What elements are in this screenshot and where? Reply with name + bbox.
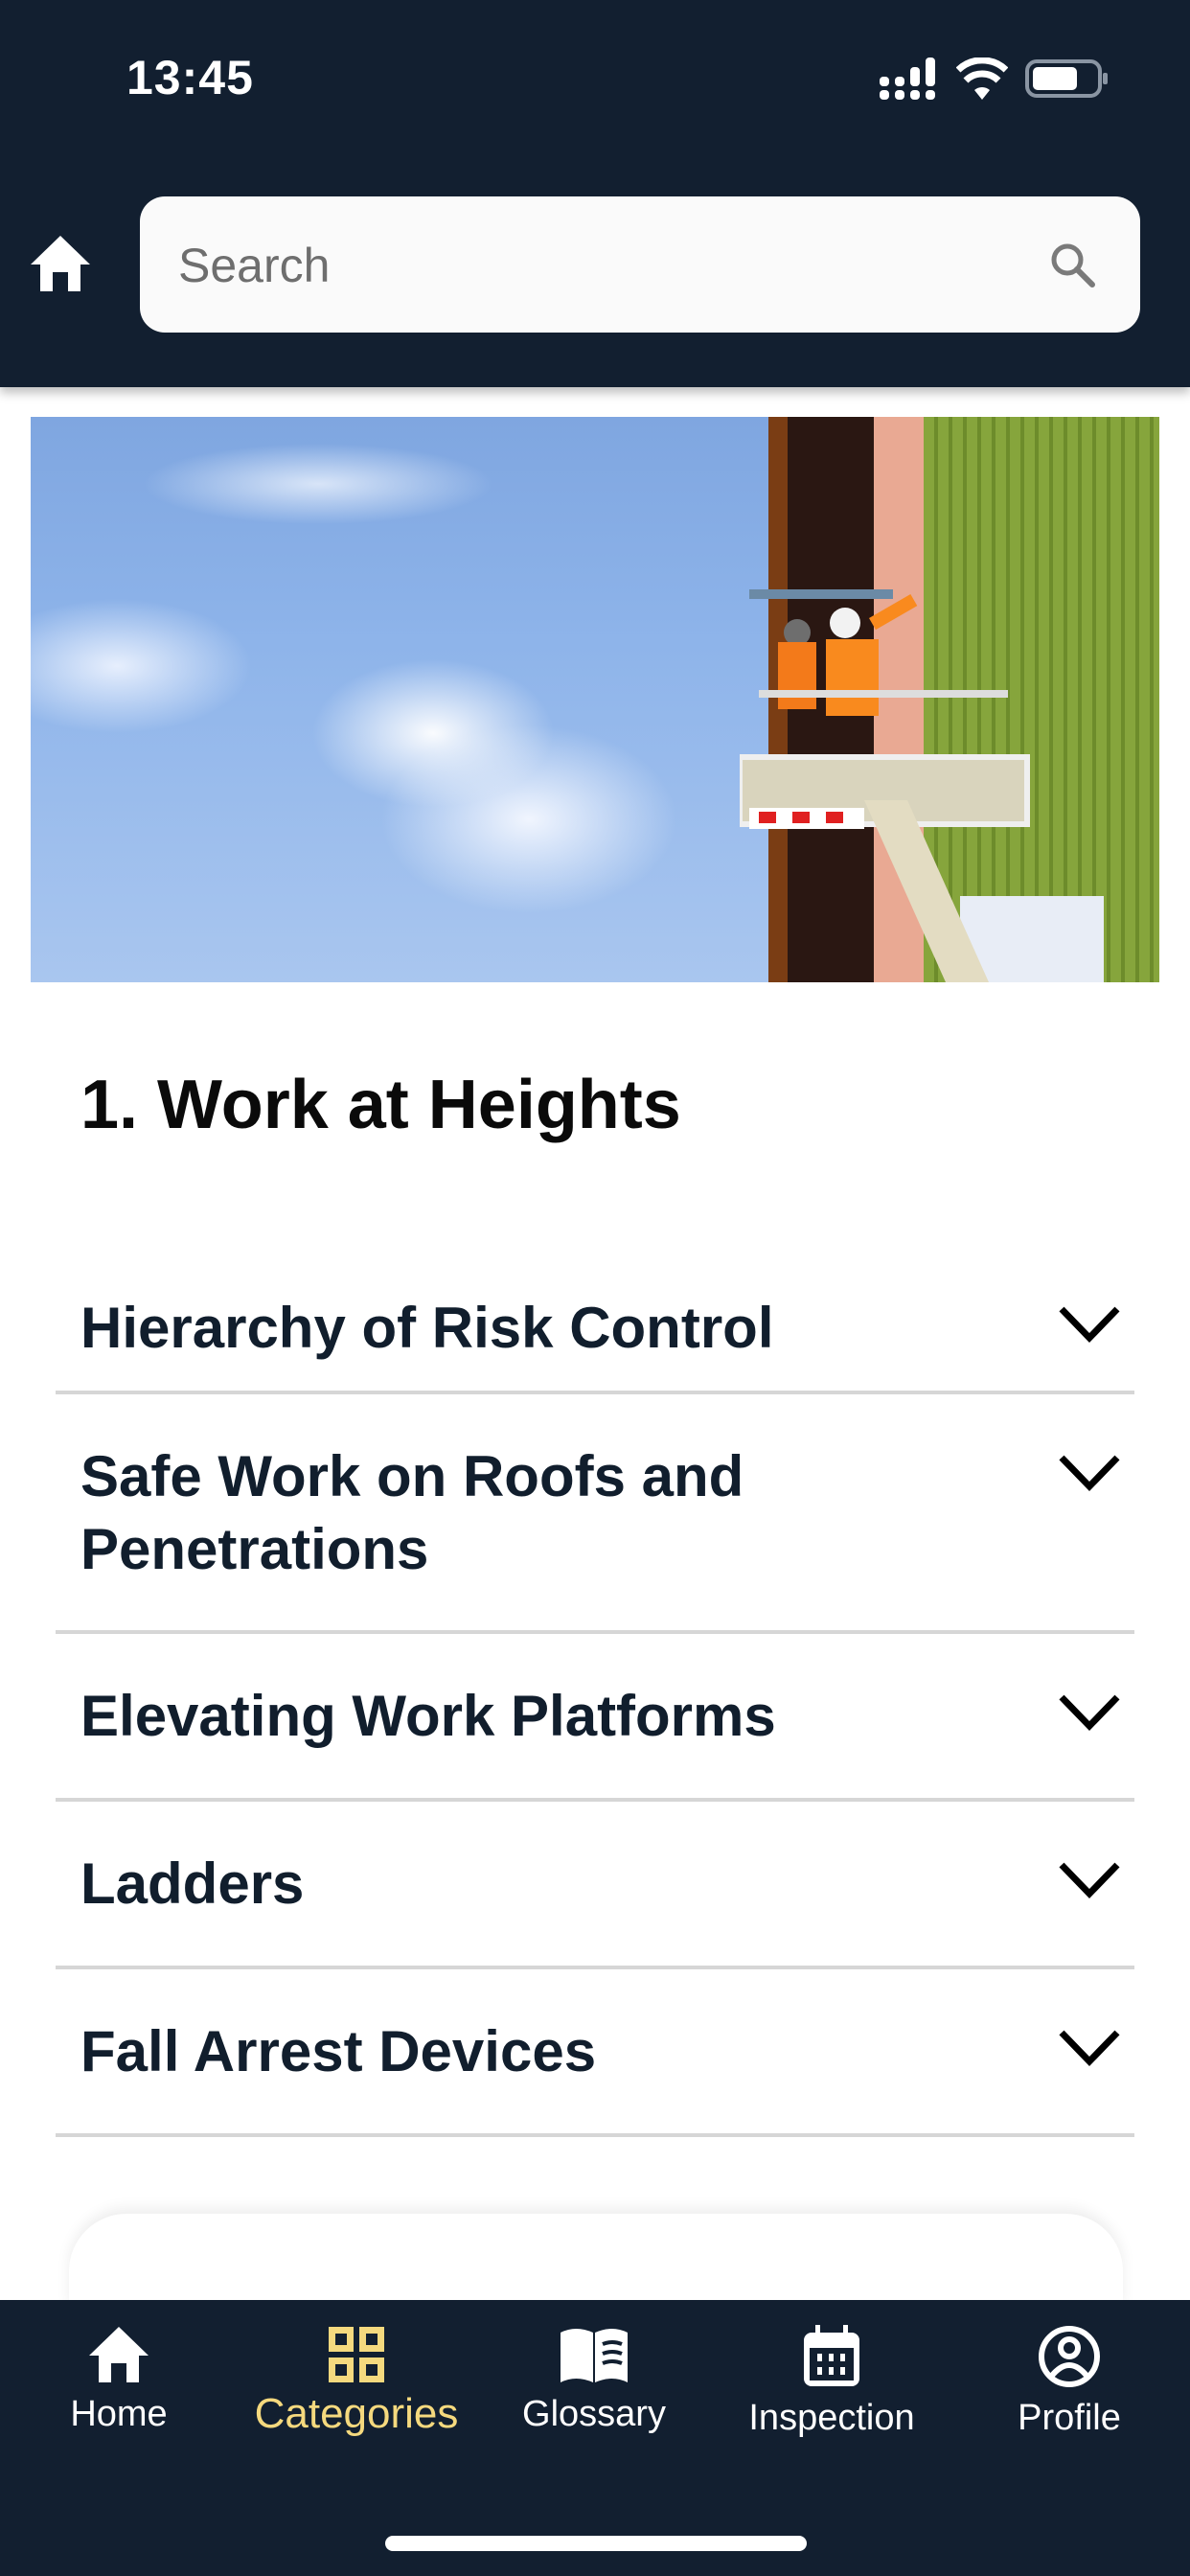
home-icon	[89, 2327, 149, 2382]
tab-label: Profile	[1018, 2398, 1121, 2438]
bottom-tab-bar: Home Categories Glossary Inspection Prof…	[0, 2300, 1190, 2576]
topic-accordion: Hierarchy of Risk Control Safe Work on R…	[56, 1246, 1134, 2137]
header-home-button[interactable]	[29, 234, 92, 293]
battery-icon	[1025, 59, 1108, 98]
chevron-down-icon[interactable]	[1056, 2027, 1123, 2069]
status-icons	[880, 58, 1110, 100]
search-bar[interactable]	[140, 196, 1140, 334]
tab-categories[interactable]: Categories	[251, 2325, 462, 2438]
grid-icon	[329, 2327, 384, 2382]
accordion-item-label: Elevating Work Platforms	[80, 1684, 776, 1748]
accordion-item-label: Hierarchy of Risk Control	[80, 1296, 774, 1360]
accordion-item-label: Ladders	[80, 1852, 305, 1916]
chevron-down-icon[interactable]	[1056, 1691, 1123, 1734]
search-icon[interactable]	[1048, 241, 1096, 288]
book-icon	[561, 2329, 628, 2382]
hero-illustration	[740, 417, 1159, 982]
tab-home[interactable]: Home	[13, 2325, 224, 2435]
cellular-signal-icon	[880, 58, 935, 100]
calendar-icon	[804, 2325, 859, 2386]
status-time: 13:45	[126, 51, 254, 104]
tab-profile[interactable]: Profile	[964, 2325, 1175, 2439]
accordion-item-label: Fall Arrest Devices	[80, 2019, 597, 2083]
accordion-item-fall-arrest-devices[interactable]: Fall Arrest Devices	[56, 1969, 1134, 2137]
tab-label: Categories	[254, 2390, 459, 2437]
tab-label: Home	[70, 2394, 168, 2434]
tab-inspection[interactable]: Inspection	[726, 2325, 937, 2439]
home-indicator	[385, 2536, 807, 2551]
accordion-item-elevating-work-platforms[interactable]: Elevating Work Platforms	[56, 1634, 1134, 1802]
accordion-item-ladders[interactable]: Ladders	[56, 1802, 1134, 1969]
content-card	[69, 2214, 1123, 2310]
chevron-down-icon[interactable]	[1056, 1303, 1123, 1346]
chevron-down-icon[interactable]	[1056, 1859, 1123, 1901]
tab-glossary[interactable]: Glossary	[489, 2325, 699, 2435]
hero-image	[31, 417, 1159, 982]
accordion-item-safe-work-on-roofs[interactable]: Safe Work on Roofs and Penetrations	[56, 1394, 1134, 1634]
section-title: 1. Work at Heights	[80, 1067, 681, 1143]
tab-label: Inspection	[748, 2398, 915, 2438]
home-icon	[31, 236, 90, 291]
top-bar: 13:45	[0, 0, 1190, 387]
accordion-item-label: Safe Work on Roofs and Penetrations	[80, 1444, 744, 1581]
chevron-down-icon[interactable]	[1056, 1452, 1123, 1494]
accordion-item-hierarchy-of-risk-control[interactable]: Hierarchy of Risk Control	[56, 1246, 1134, 1394]
profile-icon	[1039, 2326, 1100, 2387]
search-input[interactable]	[176, 196, 1023, 334]
tab-label: Glossary	[522, 2394, 666, 2434]
wifi-icon	[956, 58, 1008, 100]
